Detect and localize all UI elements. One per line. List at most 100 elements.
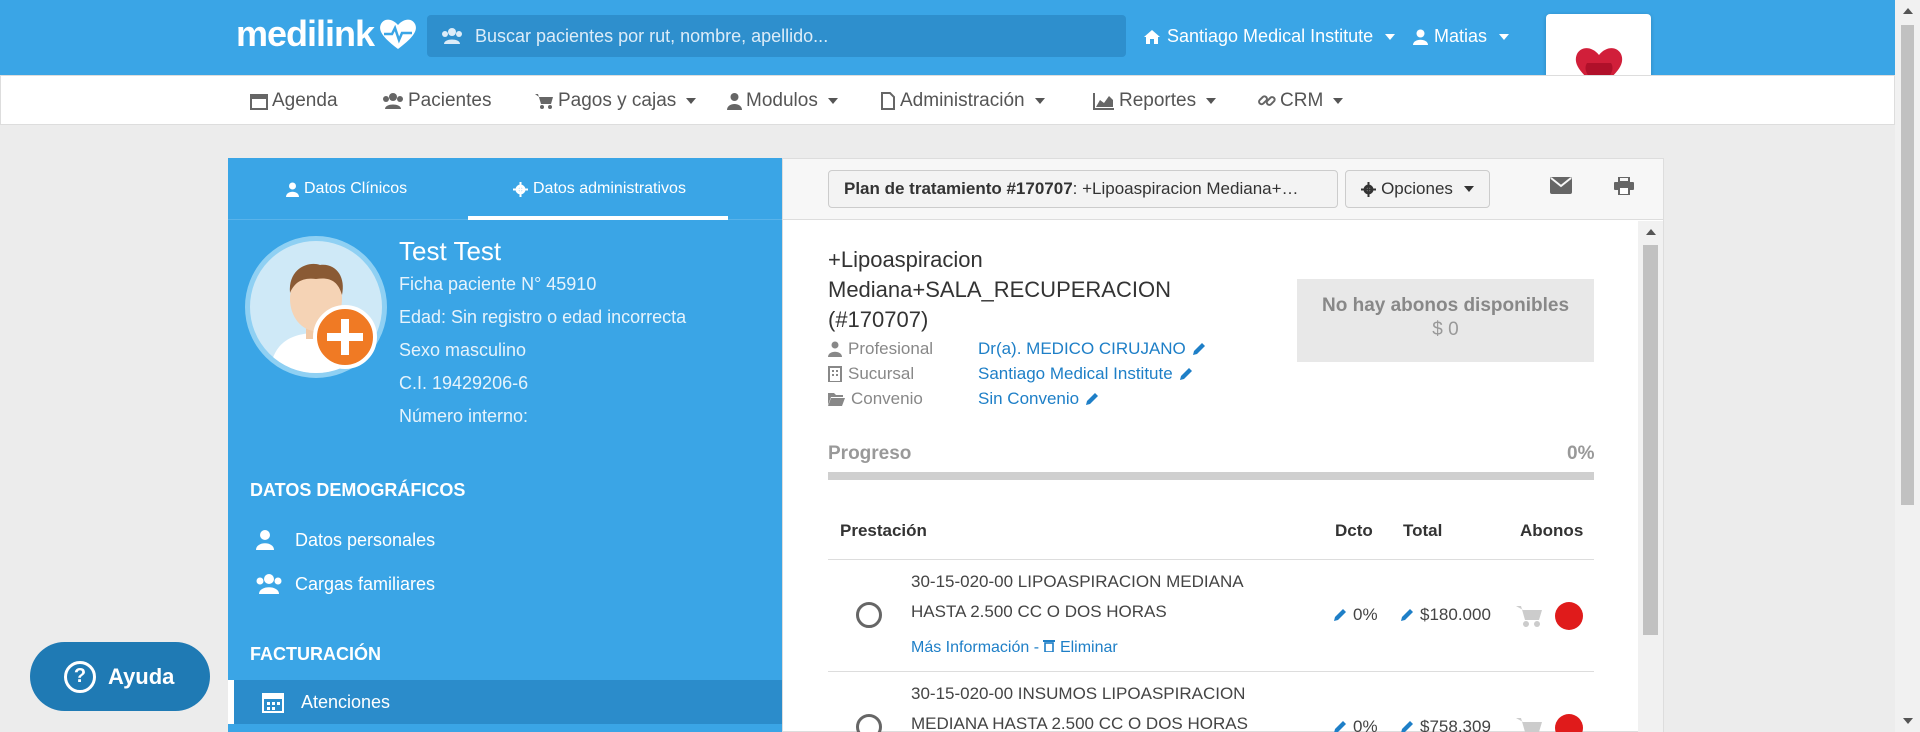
scroll-up-icon[interactable] — [1646, 229, 1656, 235]
row-dcto: 0% — [1353, 717, 1378, 732]
scrollbar-thumb[interactable] — [1643, 245, 1658, 635]
help-button[interactable]: ? Ayuda — [30, 642, 210, 711]
pencil-icon[interactable] — [1179, 367, 1193, 381]
scroll-down-icon[interactable] — [1903, 718, 1913, 724]
institution-dropdown[interactable]: Santiago Medical Institute — [1143, 26, 1396, 47]
help-label: Ayuda — [108, 663, 175, 689]
pencil-icon[interactable] — [1085, 392, 1099, 406]
sucursal-label-wrap: Sucursal — [828, 364, 978, 384]
profesional-label: Profesional — [848, 339, 934, 358]
patient-edad: Edad: Sin registro o edad incorrecta — [399, 307, 687, 327]
menu-pagos[interactable]: Pagos y cajas — [534, 90, 697, 112]
print-icon[interactable] — [1614, 177, 1634, 195]
sidebar-item-datos-personales[interactable]: Datos personales — [228, 518, 782, 562]
chevron-down-icon — [1034, 98, 1045, 104]
pencil-icon[interactable] — [1400, 608, 1414, 622]
trash-icon[interactable] — [1043, 639, 1056, 653]
add-photo-icon[interactable] — [313, 305, 377, 369]
link-icon — [1258, 95, 1276, 106]
patient-ficha: Ficha paciente N° 45910 — [399, 274, 597, 294]
tab-datos-administrativos[interactable]: Datos administrativos — [513, 180, 686, 198]
chevron-down-icon — [1499, 33, 1510, 40]
sucursal-link[interactable]: Santiago Medical Institute — [978, 364, 1193, 384]
sucursal-label: Sucursal — [848, 364, 915, 383]
row-total-cell[interactable]: $758.309 — [1400, 717, 1491, 732]
plan-selector-button[interactable]: Plan de tratamiento #170707: +Lipoaspira… — [828, 170, 1338, 208]
row-links: Más Información - Eliminar — [911, 639, 1118, 657]
status-dot[interactable] — [1555, 714, 1583, 732]
menu-label: Administración — [900, 90, 1025, 111]
menu-label: Pacientes — [408, 90, 492, 111]
plan-selector-id: Plan de tratamiento #170707 — [844, 179, 1073, 198]
question-icon: ? — [64, 660, 96, 693]
pencil-icon[interactable] — [1192, 342, 1206, 356]
convenio-label-wrap: Convenio — [828, 389, 978, 409]
search-input[interactable]: Buscar pacientes por rut, nombre, apelli… — [475, 26, 828, 47]
pencil-icon[interactable] — [1333, 720, 1347, 732]
options-label: Opciones — [1381, 179, 1453, 198]
chevron-down-icon — [1463, 186, 1474, 192]
scroll-up-icon[interactable] — [1903, 8, 1913, 14]
eliminar-link[interactable]: Eliminar — [1060, 639, 1118, 656]
menu-modulos[interactable]: Modulos — [727, 90, 838, 112]
sidebar-item-cargas-familiares[interactable]: Cargas familiares — [228, 562, 782, 606]
menu-agenda[interactable]: Agenda — [250, 90, 338, 112]
row-select-radio[interactable] — [856, 714, 882, 732]
user-md-icon — [727, 93, 742, 110]
tab-label: Datos administrativos — [533, 180, 686, 197]
plan-title: +Lipoaspiracion Mediana+SALA_RECUPERACIO… — [828, 247, 1171, 332]
institution-name: Santiago Medical Institute — [1167, 26, 1374, 46]
envelope-icon[interactable] — [1550, 177, 1572, 194]
plan-toolbar: Plan de tratamiento #170707: +Lipoaspira… — [783, 159, 1663, 220]
chevron-down-icon — [1333, 98, 1344, 104]
scrollbar-thumb[interactable] — [1901, 25, 1914, 505]
mas-informacion-link[interactable]: Más Información - — [911, 639, 1043, 656]
profesional-value: Dr(a). MEDICO CIRUJANO — [978, 339, 1186, 358]
menu-crm[interactable]: CRM — [1258, 90, 1344, 112]
tab-datos-clinicos[interactable]: Datos Clínicos — [286, 180, 407, 198]
panel-scrollbar[interactable] — [1638, 221, 1663, 732]
page-scrollbar[interactable] — [1895, 0, 1920, 732]
brand-logo[interactable]: medilink — [236, 13, 418, 54]
col-abonos: Abonos — [1520, 521, 1584, 540]
options-button[interactable]: Opciones — [1345, 170, 1490, 208]
convenio-value: Sin Convenio — [978, 389, 1080, 408]
building-icon — [828, 366, 842, 382]
convenio-label: Convenio — [851, 389, 923, 408]
sidebar-item-atenciones[interactable]: Atenciones — [228, 680, 782, 724]
user-icon — [1413, 29, 1428, 45]
patient-numero-interno: Número interno: — [399, 406, 529, 426]
chart-icon — [1093, 93, 1114, 110]
user-icon — [256, 530, 274, 550]
row-total: $758.309 — [1420, 717, 1491, 732]
pencil-icon[interactable] — [1400, 720, 1414, 732]
tab-label: Datos Clínicos — [304, 180, 408, 197]
treatment-plan-panel: Plan de tratamiento #170707: +Lipoaspira… — [782, 158, 1664, 732]
section-datos-demograficos: DATOS DEMOGRÁFICOS — [250, 480, 466, 500]
cart-icon[interactable] — [1515, 604, 1543, 628]
row-dcto-cell[interactable]: 0% — [1333, 717, 1378, 732]
profesional-link[interactable]: Dr(a). MEDICO CIRUJANO — [978, 339, 1206, 359]
menu-pacientes[interactable]: Pacientes — [382, 90, 491, 112]
menu-label: Reportes — [1119, 90, 1197, 111]
menu-administracion[interactable]: Administración — [880, 90, 1045, 112]
menu-reportes[interactable]: Reportes — [1093, 90, 1217, 112]
row-dcto-cell[interactable]: 0% — [1333, 605, 1378, 625]
patient-sidebar: Datos Clínicos Datos administrativos Tes… — [228, 158, 782, 732]
abonos-summary: No hay abonos disponibles $ 0 — [1297, 279, 1594, 362]
folder-open-icon — [828, 393, 845, 406]
plan-selector-name: : +Lipoaspiracion Mediana+… — [1072, 179, 1299, 198]
user-dropdown[interactable]: Matias — [1413, 26, 1510, 47]
meta-sucursal: Sucursal Santiago Medical Institute — [828, 364, 1193, 384]
sidebar-item-label: Datos personales — [295, 529, 436, 550]
cart-icon[interactable] — [1515, 716, 1543, 732]
convenio-link[interactable]: Sin Convenio — [978, 389, 1099, 409]
patient-search[interactable]: Buscar pacientes por rut, nombre, apelli… — [427, 15, 1126, 57]
col-prestacion: Prestación — [840, 521, 927, 540]
row-select-radio[interactable] — [856, 602, 882, 628]
row-total-cell[interactable]: $180.000 — [1400, 605, 1491, 625]
sidebar-item-label: Atenciones — [301, 691, 391, 712]
status-dot[interactable] — [1555, 602, 1583, 630]
section-facturacion: FACTURACIÓN — [250, 644, 381, 664]
pencil-icon[interactable] — [1333, 608, 1347, 622]
